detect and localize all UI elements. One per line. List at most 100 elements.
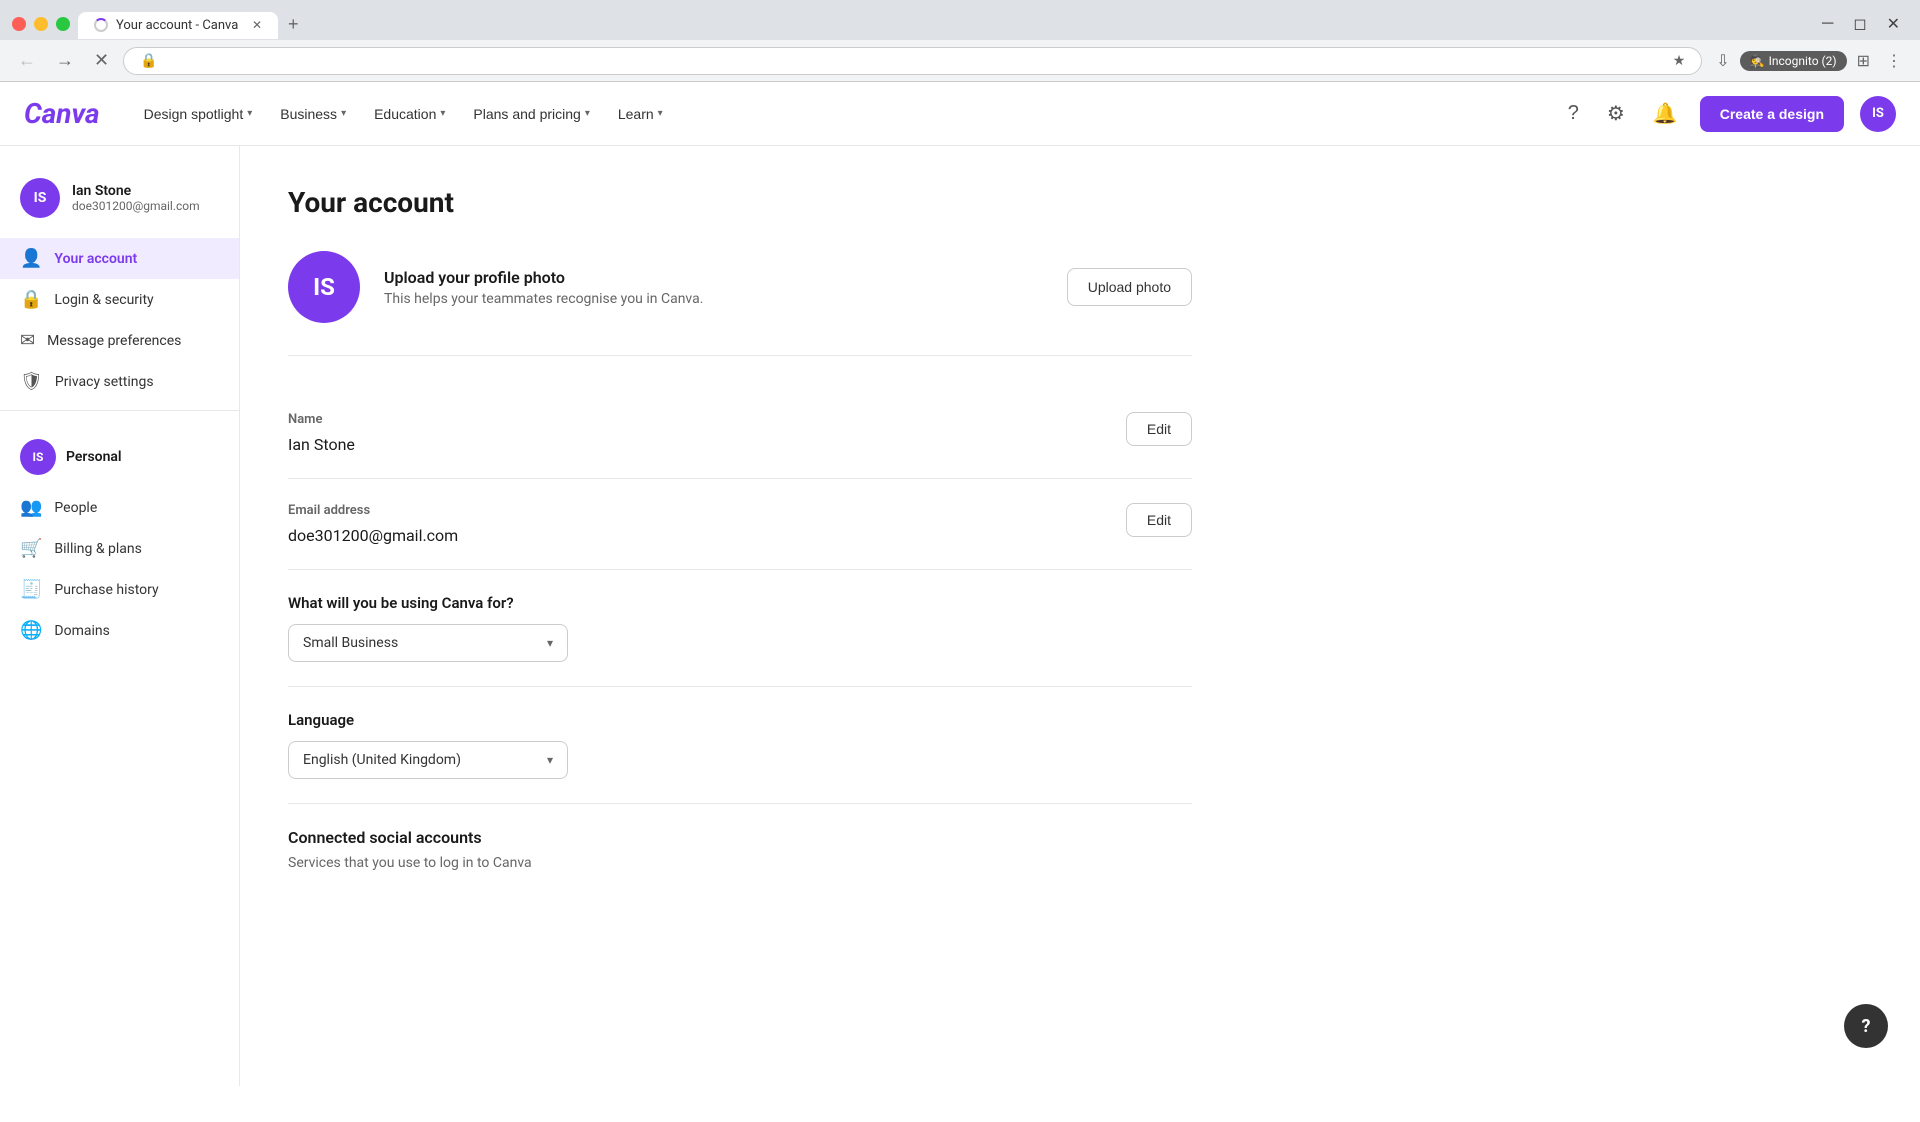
settings-icon-btn[interactable]: ⚙ — [1601, 95, 1631, 132]
nav-design-spotlight[interactable]: Design spotlight ▾ — [132, 98, 265, 130]
sidebar-item-your-account[interactable]: 👤 Your account — [0, 238, 239, 279]
help-fab-button[interactable]: ? — [1844, 1004, 1888, 1048]
nav-education[interactable]: Education ▾ — [362, 98, 457, 130]
address-bar[interactable]: 🔒 canva.com/settings/your-account ★ — [123, 47, 1702, 75]
sidebar-user-details: Ian Stone doe301200@gmail.com — [72, 183, 200, 213]
connected-social-title: Connected social accounts — [288, 828, 1192, 847]
chevron-down-icon: ▾ — [247, 108, 252, 119]
back-btn[interactable]: ← — [12, 46, 42, 75]
page-title: Your account — [288, 186, 1192, 219]
sidebar-item-label: Message preferences — [47, 333, 181, 349]
sidebar-item-billing-plans[interactable]: 🛒 Billing & plans — [0, 528, 239, 569]
chevron-down-icon: ▾ — [341, 108, 346, 119]
sidebar-item-login-security[interactable]: 🔒 Login & security — [0, 279, 239, 320]
name-section-left: Name Ian Stone — [288, 412, 1126, 454]
language-label: Language — [288, 711, 1192, 729]
upload-photo-button[interactable]: Upload photo — [1067, 268, 1192, 306]
url-input[interactable]: canva.com/settings/your-account — [166, 53, 1665, 68]
name-section-right: Edit — [1126, 412, 1192, 446]
new-tab-btn[interactable]: + — [280, 10, 307, 39]
chevron-down-icon: ▾ — [658, 108, 663, 119]
browser-close-btn[interactable] — [12, 17, 26, 31]
connected-social-section: Connected social accounts Services that … — [288, 804, 1192, 895]
sidebar-item-people[interactable]: 👥 People — [0, 487, 239, 528]
sidebar-user-avatar: IS — [20, 178, 60, 218]
sidebar-item-message-preferences[interactable]: ✉ Message preferences — [0, 320, 239, 361]
tab-title: Your account - Canva — [116, 18, 238, 33]
help-icon-btn[interactable]: ? — [1562, 96, 1585, 131]
canva-header: Canva Design spotlight ▾ Business ▾ Educ… — [0, 82, 1920, 146]
email-edit-button[interactable]: Edit — [1126, 503, 1192, 537]
language-dropdown[interactable]: English (United Kingdom) ▾ — [288, 741, 568, 779]
browser-maximize-btn[interactable] — [56, 17, 70, 31]
connected-social-description: Services that you use to log in to Canva — [288, 855, 1192, 871]
chevron-down-icon: ▾ — [547, 753, 553, 767]
sidebar-item-label: Your account — [54, 251, 137, 267]
browser-window-controls — [12, 17, 70, 31]
email-section-right: Edit — [1126, 503, 1192, 537]
browser-minimize-btn[interactable] — [34, 17, 48, 31]
incognito-label: Incognito (2) — [1769, 54, 1837, 68]
profile-photo-section: IS Upload your profile photo This helps … — [288, 251, 1192, 356]
billing-icon: 🛒 — [20, 538, 42, 559]
os-close-btn[interactable]: ✕ — [1879, 12, 1908, 36]
sidebar-item-privacy-settings[interactable]: 🛡 Privacy settings — [0, 361, 239, 402]
nav-learn[interactable]: Learn ▾ — [606, 98, 675, 130]
profile-photo-info: Upload your profile photo This helps you… — [384, 268, 1043, 307]
sidebar-item-domains[interactable]: 🌐 Domains — [0, 610, 239, 651]
header-nav: Design spotlight ▾ Business ▾ Education … — [132, 98, 1562, 130]
sidebar-personal-section: IS Personal — [0, 419, 239, 487]
browser-tab-active[interactable]: Your account - Canva ✕ — [78, 12, 278, 39]
os-restore-btn[interactable]: ◻ — [1845, 12, 1874, 36]
downloads-btn[interactable]: ⇩ — [1710, 47, 1735, 75]
email-value: doe301200@gmail.com — [288, 526, 1126, 545]
os-minimize-btn[interactable]: ─ — [1814, 12, 1841, 36]
canva-logo-text: Canva — [24, 97, 100, 130]
canva-usage-dropdown[interactable]: Small Business ▾ — [288, 624, 568, 662]
extensions-btn[interactable]: ⊞ — [1851, 47, 1876, 75]
app: Canva Design spotlight ▾ Business ▾ Educ… — [0, 82, 1920, 1122]
people-icon: 👥 — [20, 497, 42, 518]
reload-btn[interactable]: ✕ — [88, 46, 115, 75]
notifications-icon-btn[interactable]: 🔔 — [1647, 95, 1684, 132]
tab-loading-spinner — [94, 18, 108, 32]
canva-usage-selected: Small Business — [303, 635, 398, 651]
profile-photo-description: This helps your teammates recognise you … — [384, 291, 1043, 307]
profile-photo-title: Upload your profile photo — [384, 268, 1043, 287]
email-section-left: Email address doe301200@gmail.com — [288, 503, 1126, 545]
menu-btn[interactable]: ⋮ — [1880, 47, 1908, 75]
name-section: Name Ian Stone Edit — [288, 388, 1192, 479]
sidebar-item-label: People — [54, 500, 97, 516]
language-section: Language English (United Kingdom) ▾ — [288, 687, 1192, 804]
lock-icon: 🔒 — [20, 289, 42, 310]
forward-btn[interactable]: → — [50, 46, 80, 75]
create-design-button[interactable]: Create a design — [1700, 96, 1844, 132]
sidebar-user-email: doe301200@gmail.com — [72, 199, 200, 213]
header-user-avatar[interactable]: IS — [1860, 96, 1896, 132]
sidebar-item-label: Domains — [54, 623, 109, 639]
browser-toolbar: ← → ✕ 🔒 canva.com/settings/your-account … — [0, 40, 1920, 82]
name-label: Name — [288, 412, 1126, 427]
sidebar: IS Ian Stone doe301200@gmail.com 👤 Your … — [0, 146, 240, 1086]
main-content: Your account IS Upload your profile phot… — [240, 146, 1240, 1086]
browser-tabs: Your account - Canva ✕ + — [78, 10, 1806, 39]
sidebar-item-purchase-history[interactable]: 🧾 Purchase history — [0, 569, 239, 610]
sidebar-item-label: Purchase history — [54, 582, 158, 598]
sidebar-user-info: IS Ian Stone doe301200@gmail.com — [0, 170, 239, 238]
sidebar-personal-name: Personal — [66, 449, 122, 465]
sidebar-username: Ian Stone — [72, 183, 200, 199]
nav-business[interactable]: Business ▾ — [268, 98, 358, 130]
browser-titlebar: Your account - Canva ✕ + ─ ◻ ✕ — [0, 0, 1920, 40]
language-selected: English (United Kingdom) — [303, 752, 461, 768]
globe-icon: 🌐 — [20, 620, 42, 641]
person-icon: 👤 — [20, 248, 42, 269]
profile-avatar: IS — [288, 251, 360, 323]
name-edit-button[interactable]: Edit — [1126, 412, 1192, 446]
tab-close-btn[interactable]: ✕ — [252, 18, 262, 32]
email-section: Email address doe301200@gmail.com Edit — [288, 479, 1192, 570]
sidebar-personal-header: IS Personal — [20, 431, 219, 483]
browser-chrome: Your account - Canva ✕ + ─ ◻ ✕ ← → ✕ 🔒 c… — [0, 0, 1920, 82]
nav-plans-pricing[interactable]: Plans and pricing ▾ — [461, 98, 601, 130]
canva-logo[interactable]: Canva — [24, 97, 100, 130]
chevron-down-icon: ▾ — [547, 636, 553, 650]
